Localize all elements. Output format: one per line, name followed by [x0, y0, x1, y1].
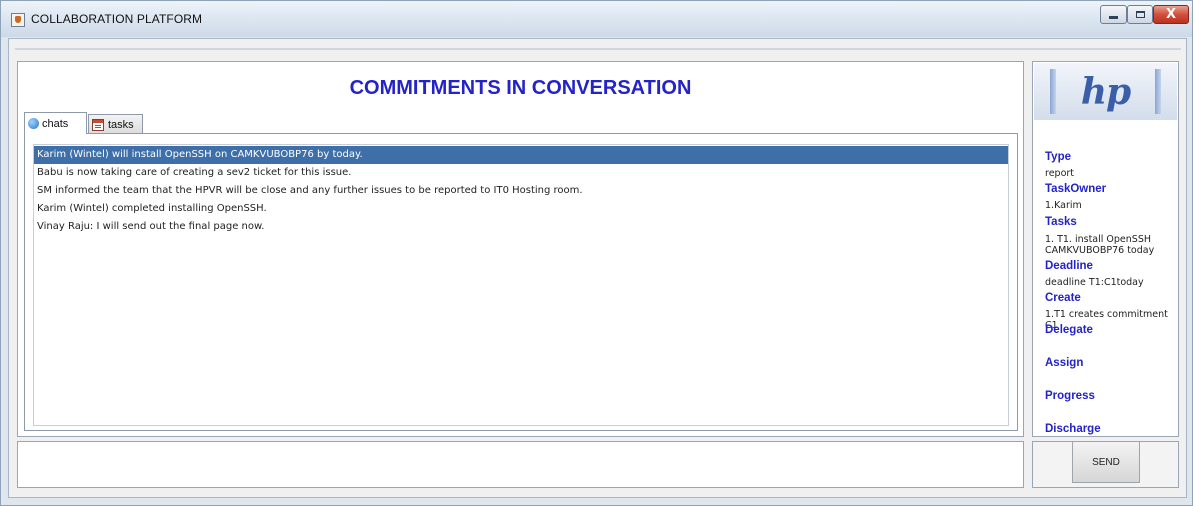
- send-button[interactable]: SEND: [1072, 441, 1140, 483]
- title-bar[interactable]: COLLABORATION PLATFORM X: [1, 1, 1192, 37]
- divider: [15, 48, 1181, 50]
- deadline-value: deadline T1:C1today: [1045, 277, 1144, 288]
- chat-panel: Karim (Wintel) will install OpenSSH on C…: [24, 133, 1018, 431]
- chat-message-list: Karim (Wintel) will install OpenSSH on C…: [34, 146, 1008, 236]
- assign-label[interactable]: Assign: [1045, 357, 1083, 369]
- tab-tasks-label: tasks: [108, 118, 134, 131]
- tab-tasks[interactable]: tasks: [88, 114, 143, 134]
- tasks-value: 1. T1. install OpenSSH CAMKVUBOBP76 toda…: [1045, 234, 1155, 256]
- maximize-icon: [1135, 11, 1145, 18]
- type-value: report: [1045, 168, 1075, 179]
- logo-stripe: [1050, 69, 1056, 114]
- taskowner-value: 1.Karim: [1045, 200, 1082, 211]
- chat-message[interactable]: Karim (Wintel) will install OpenSSH on C…: [34, 146, 1008, 164]
- calendar-icon: [92, 118, 104, 131]
- chat-bubble-icon: [28, 118, 39, 129]
- tasks-label: Tasks: [1045, 216, 1077, 228]
- page-title: COMMITMENTS IN CONVERSATION: [349, 77, 692, 99]
- discharge-label[interactable]: Discharge: [1045, 423, 1101, 435]
- close-button[interactable]: X: [1153, 5, 1189, 24]
- window-title: COLLABORATION PLATFORM: [31, 12, 203, 26]
- chat-message[interactable]: Vinay Raju: I will send out the final pa…: [34, 218, 1008, 236]
- taskowner-label: TaskOwner: [1045, 183, 1107, 195]
- delegate-label[interactable]: Delegate: [1045, 324, 1093, 336]
- maximize-button[interactable]: [1127, 5, 1153, 24]
- deadline-label: Deadline: [1045, 260, 1093, 272]
- minimize-icon: [1109, 16, 1118, 19]
- logo-stripe: [1155, 69, 1161, 114]
- commitment-details-panel: hp Type report TaskOwner 1.Karim Tasks 1…: [1032, 61, 1179, 437]
- tab-chats-label: chats: [42, 117, 69, 130]
- type-label: Type: [1045, 151, 1071, 163]
- java-app-icon: [11, 13, 25, 27]
- create-label: Create: [1045, 292, 1081, 304]
- message-input[interactable]: [17, 441, 1024, 488]
- chat-message[interactable]: Babu is now taking care of creating a se…: [34, 164, 1008, 182]
- chat-list-box[interactable]: Karim (Wintel) will install OpenSSH on C…: [33, 144, 1009, 426]
- chat-message[interactable]: SM informed the team that the HPVR will …: [34, 182, 1008, 200]
- close-icon: X: [1165, 7, 1177, 22]
- hp-logo-text: hp: [1080, 70, 1131, 113]
- tab-chats[interactable]: chats: [24, 112, 87, 134]
- chat-message[interactable]: Karim (Wintel) completed installing Open…: [34, 200, 1008, 218]
- progress-label[interactable]: Progress: [1045, 390, 1095, 402]
- minimize-button[interactable]: [1100, 5, 1127, 24]
- hp-logo: hp: [1034, 63, 1177, 120]
